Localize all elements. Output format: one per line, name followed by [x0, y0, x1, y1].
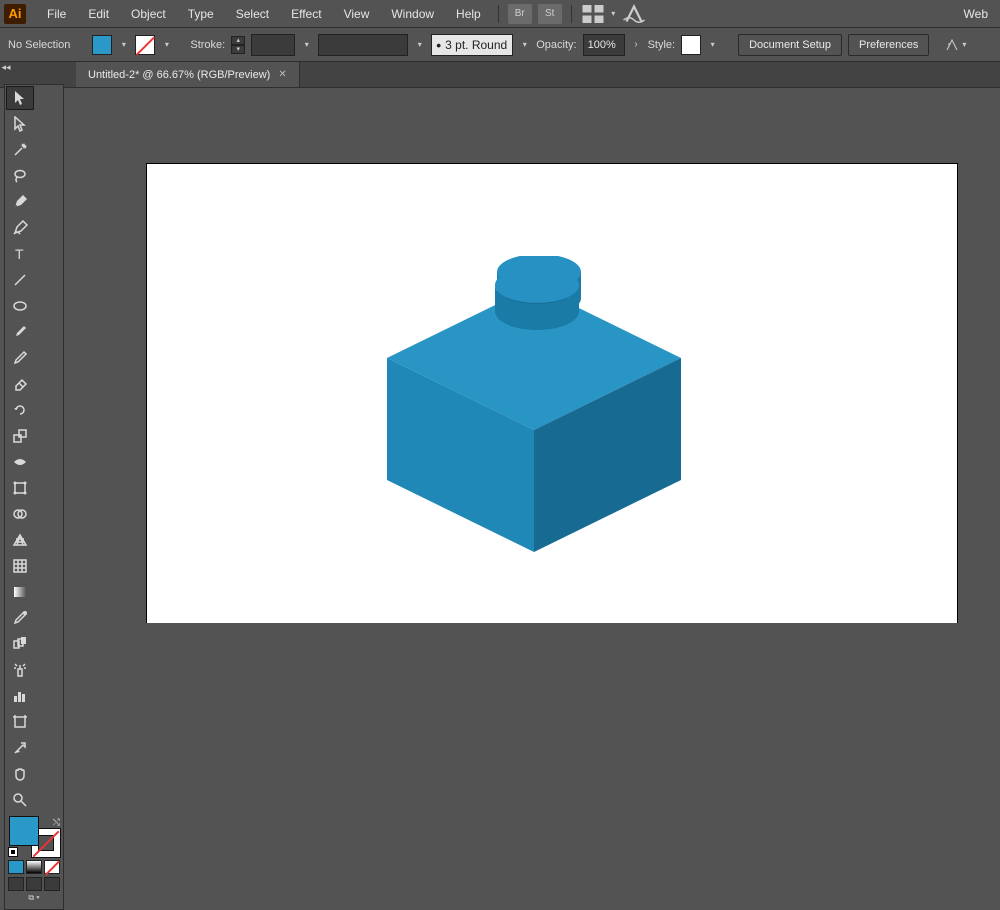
tool-hand[interactable] — [6, 762, 34, 786]
opacity-label: Opacity: — [536, 39, 576, 51]
preferences-button[interactable]: Preferences — [848, 34, 929, 56]
menu-view[interactable]: View — [333, 0, 381, 27]
tool-paintbrush[interactable] — [6, 320, 34, 344]
tool-shape-builder[interactable] — [6, 502, 34, 526]
tool-magic-wand[interactable] — [6, 138, 34, 162]
stroke-swatch[interactable] — [135, 35, 155, 55]
tool-line-segment[interactable] — [6, 268, 34, 292]
var-width-profile[interactable] — [318, 34, 408, 56]
tool-column-graph[interactable] — [6, 684, 34, 708]
stroke-weight-stepper[interactable]: ▴▾ — [231, 36, 245, 54]
tool-eyedropper[interactable] — [6, 606, 34, 630]
document-tab-title: Untitled-2* @ 66.67% (RGB/Preview) — [88, 69, 270, 81]
menu-effect[interactable]: Effect — [280, 0, 332, 27]
tool-pen[interactable] — [6, 190, 34, 214]
selection-info: No Selection — [8, 39, 70, 51]
menu-help[interactable]: Help — [445, 0, 492, 27]
control-bar: No Selection ▾ ▾ Stroke: ▴▾ ▾ ▾ • 3 pt. … — [0, 28, 1000, 62]
menu-edit[interactable]: Edit — [77, 0, 120, 27]
tool-slice[interactable] — [6, 736, 34, 760]
tool-lasso[interactable] — [6, 164, 34, 188]
opacity-field[interactable] — [583, 34, 625, 56]
fill-swatch[interactable] — [92, 35, 112, 55]
workspace-switcher[interactable]: Web — [964, 7, 996, 21]
style-swatch[interactable] — [681, 35, 701, 55]
menu-select[interactable]: Select — [225, 0, 280, 27]
screen-mode-button[interactable]: ⧉ ▾ — [5, 891, 63, 905]
fill-color-box[interactable] — [9, 816, 39, 846]
tool-perspective-grid[interactable] — [6, 528, 34, 552]
tool-zoom[interactable] — [6, 788, 34, 812]
menu-file[interactable]: File — [36, 0, 77, 27]
brush-definition[interactable]: • 3 pt. Round — [431, 34, 513, 56]
tool-rotate[interactable] — [6, 398, 34, 422]
tool-curvature[interactable] — [6, 216, 34, 240]
arrange-docs-icon[interactable] — [581, 4, 605, 24]
chevron-down-icon[interactable]: ▾ — [707, 40, 718, 49]
chevron-down-icon[interactable]: ▾ — [118, 40, 129, 49]
color-mode-row — [5, 860, 63, 874]
gpu-preview-icon[interactable] — [622, 4, 646, 24]
menu-bar: Ai File Edit Object Type Select Effect V… — [0, 0, 1000, 28]
separator — [571, 5, 572, 23]
artwork-cube[interactable] — [387, 256, 681, 552]
mode-none[interactable] — [44, 860, 60, 874]
swap-fill-stroke-icon[interactable]: ⤭ — [53, 817, 60, 828]
tool-pencil[interactable] — [6, 346, 34, 370]
tool-free-transform[interactable] — [6, 476, 34, 500]
mode-gradient[interactable] — [26, 860, 42, 874]
artboard[interactable] — [146, 163, 958, 623]
tool-scale[interactable] — [6, 424, 34, 448]
brush-label: 3 pt. Round — [445, 38, 507, 52]
menu-window[interactable]: Window — [380, 0, 445, 27]
tool-ellipse[interactable] — [6, 294, 34, 318]
align-flyout-icon[interactable]: ▾ — [945, 38, 966, 52]
document-tab-bar: Untitled-2* @ 66.67% (RGB/Preview) ✕ — [0, 62, 1000, 88]
tool-artboard[interactable] — [6, 710, 34, 734]
draw-behind[interactable] — [26, 877, 42, 891]
chevron-down-icon[interactable]: ▾ — [414, 40, 425, 49]
stock-icon[interactable]: St — [538, 4, 562, 24]
menu-object[interactable]: Object — [120, 0, 177, 27]
draw-normal[interactable] — [8, 877, 24, 891]
separator — [498, 5, 499, 23]
tool-type[interactable]: T — [6, 242, 34, 266]
tool-gradient[interactable] — [6, 580, 34, 604]
canvas-area[interactable] — [76, 88, 1000, 623]
tool-width[interactable] — [6, 450, 34, 474]
tool-selection[interactable] — [6, 86, 34, 110]
chevron-down-icon[interactable]: ▾ — [301, 40, 312, 49]
style-label: Style: — [648, 39, 676, 51]
stroke-weight-field[interactable] — [251, 34, 295, 56]
draw-inside[interactable] — [44, 877, 60, 891]
svg-text:T: T — [15, 246, 24, 262]
panel-collapse-handle[interactable]: ◂◂ — [0, 62, 12, 76]
chevron-down-icon[interactable]: ▾ — [608, 9, 619, 18]
mode-color[interactable] — [8, 860, 24, 874]
bridge-icon[interactable]: Br — [508, 4, 532, 24]
chevron-down-icon[interactable]: ▾ — [161, 40, 172, 49]
tool-eraser[interactable] — [6, 372, 34, 396]
opacity-flyout[interactable]: › — [631, 39, 642, 50]
chevron-down-icon[interactable]: ▾ — [519, 40, 530, 49]
tool-direct-selection[interactable] — [6, 112, 34, 136]
menu-type[interactable]: Type — [177, 0, 225, 27]
fill-stroke-control[interactable]: ⤭ — [7, 816, 61, 858]
default-fill-stroke-icon[interactable] — [8, 847, 18, 857]
tools-panel: T ⤭ ⧉ ▾ — [4, 84, 64, 910]
tool-mesh[interactable] — [6, 554, 34, 578]
document-tab[interactable]: Untitled-2* @ 66.67% (RGB/Preview) ✕ — [76, 62, 300, 87]
tool-symbol-sprayer[interactable] — [6, 658, 34, 682]
tool-blend[interactable] — [6, 632, 34, 656]
close-icon[interactable]: ✕ — [278, 69, 286, 80]
app-logo: Ai — [4, 4, 26, 24]
draw-mode-row — [5, 874, 63, 891]
stroke-label: Stroke: — [190, 39, 225, 51]
document-setup-button[interactable]: Document Setup — [738, 34, 842, 56]
